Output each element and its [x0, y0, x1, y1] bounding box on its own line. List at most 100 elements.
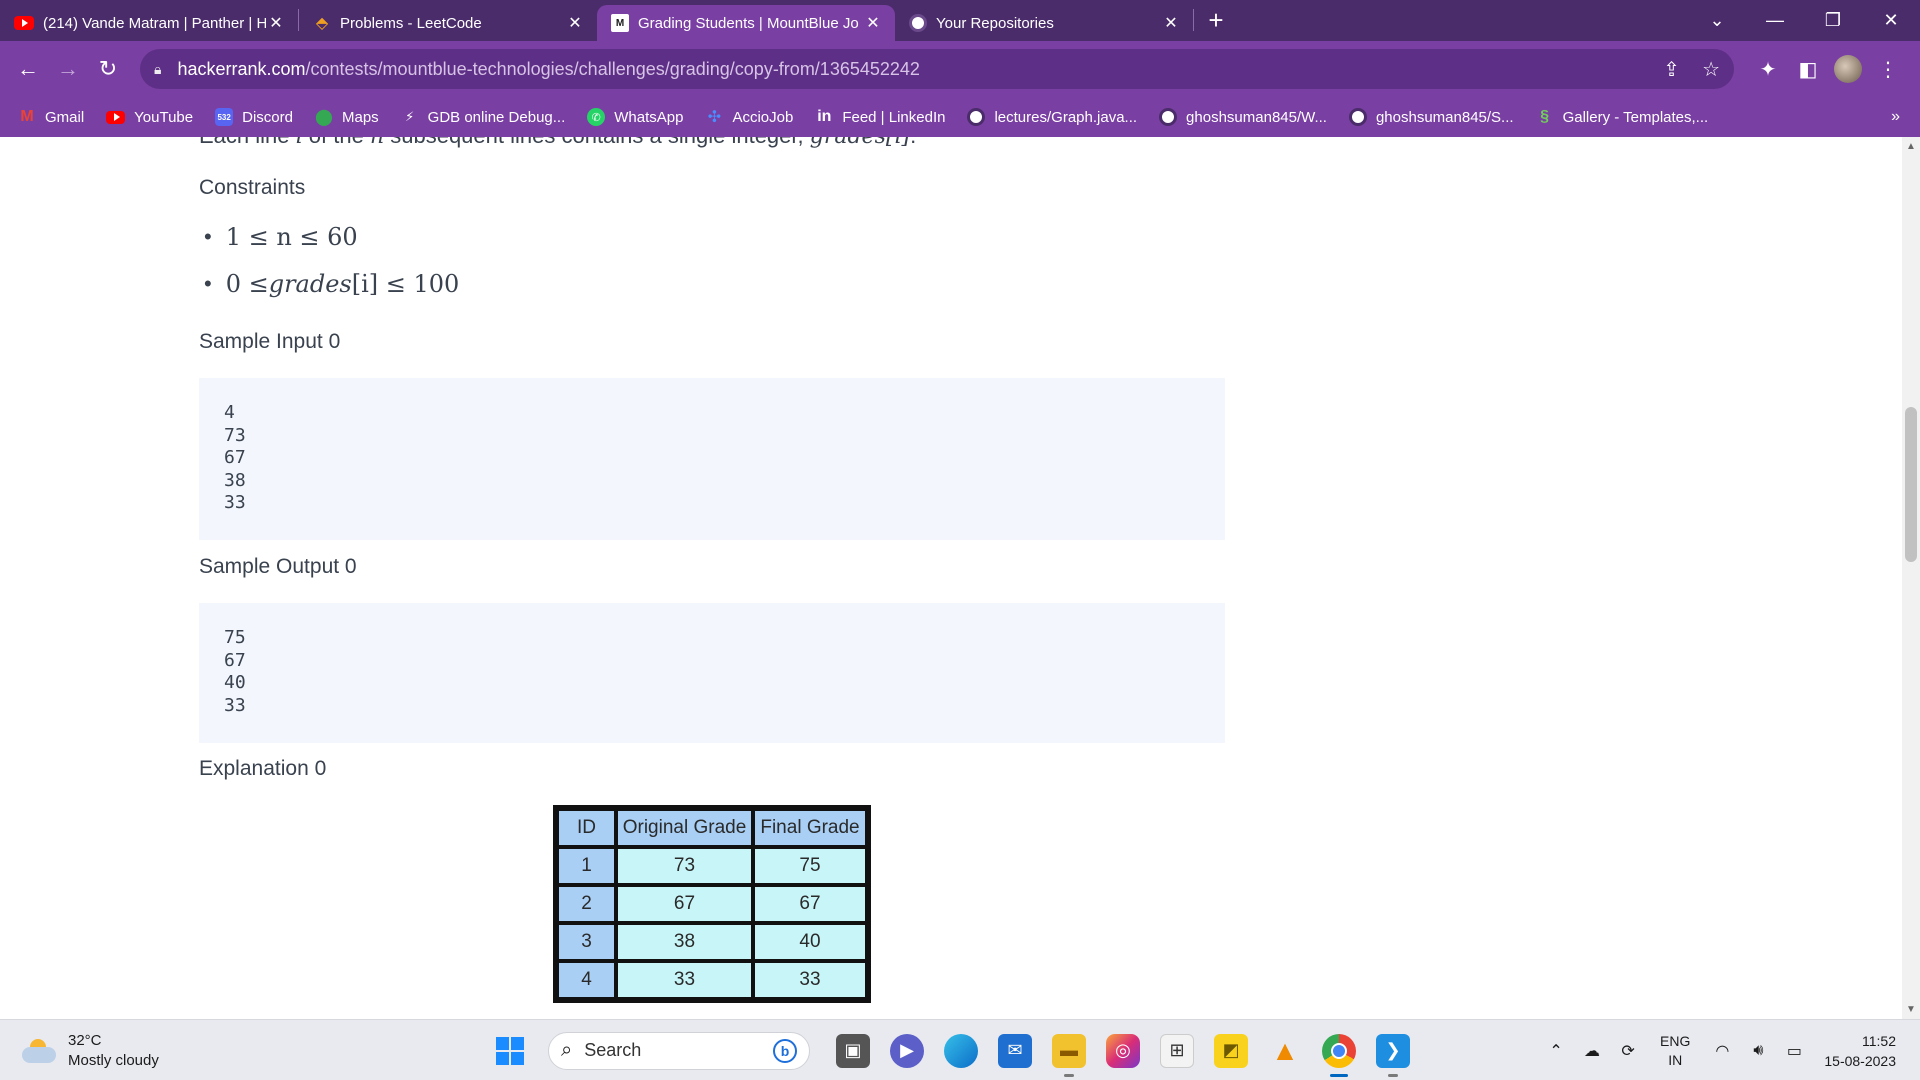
scroll-down-icon[interactable]: ▼ [1906, 1004, 1916, 1015]
close-icon[interactable]: ✕ [1161, 13, 1181, 33]
close-icon[interactable]: ✕ [863, 13, 883, 33]
cloud-offline-icon[interactable]: ☁ [1574, 1041, 1610, 1061]
gallery-icon: § [1540, 108, 1550, 125]
bookmark-star-icon[interactable]: ☆ [1702, 57, 1720, 82]
instagram-icon[interactable]: ◎ [1106, 1033, 1140, 1068]
keyboard-region: IN [1668, 1051, 1683, 1068]
tab-title: Problems - LeetCode [340, 14, 482, 32]
bookmark-whatsapp[interactable]: ✆ WhatsApp [587, 108, 683, 126]
acciojob-icon: ✣ [707, 109, 722, 126]
table-row: 4 33 33 [559, 963, 865, 997]
table-header-row: ID Original Grade Final Grade [559, 811, 865, 845]
forward-arrow-icon[interactable]: → [48, 56, 88, 82]
language-code: ENG [1660, 1032, 1691, 1049]
windows-start-icon[interactable] [496, 1036, 524, 1065]
sample-output-heading: Sample Output 0 [199, 555, 357, 578]
bookmark-gmail[interactable]: M Gmail [18, 108, 84, 126]
bookmark-gdb[interactable]: ⚡︎ GDB online Debug... [401, 108, 565, 126]
weather-widget[interactable]: 32°C Mostly cloudy [22, 1031, 159, 1071]
time: 11:52 [1862, 1032, 1896, 1049]
bookmark-label: WhatsApp [614, 108, 684, 126]
avatar[interactable] [1834, 55, 1862, 83]
lock-icon[interactable]: 🔒︎ [154, 61, 161, 78]
bookmark-youtube[interactable]: YouTube [106, 109, 193, 126]
bookmark-label: lectures/Graph.java... [994, 108, 1138, 126]
teams-chat-icon[interactable]: ▶ [890, 1033, 924, 1068]
microsoft-store-icon[interactable]: ⊞ [1160, 1033, 1194, 1068]
table-cell-final: 40 [755, 925, 865, 959]
sync-icon[interactable]: ⟳ [1610, 1041, 1646, 1061]
close-icon[interactable]: ✕ [266, 13, 286, 33]
restore-icon[interactable]: ❐ [1804, 10, 1862, 31]
volume-icon[interactable]: 🔊︎ [1740, 1042, 1776, 1060]
share-icon[interactable]: ⇪ [1663, 57, 1680, 82]
weather-condition: Mostly cloudy [68, 1052, 159, 1069]
scrollbar-thumb[interactable] [1905, 407, 1917, 562]
input-format-line: Each line i of the n subsequent lines co… [199, 137, 916, 149]
language-indicator[interactable]: ENG IN [1660, 1032, 1690, 1070]
bookmark-acciojob[interactable]: ✣ AccioJob [705, 108, 794, 127]
extensions-icon[interactable]: ✦ [1748, 57, 1788, 82]
sample-input-code: 4 73 67 38 33 [199, 378, 1225, 540]
scroll-up-icon[interactable]: ▲ [1906, 141, 1916, 152]
clock[interactable]: 11:52 15-08-2023 [1824, 1031, 1896, 1071]
table-row: 1 73 75 [559, 849, 865, 883]
gmail-icon: M [20, 108, 34, 125]
youtube-icon [106, 110, 126, 124]
mail-icon[interactable]: ✉ [998, 1033, 1032, 1068]
table-header: Original Grade [618, 811, 751, 845]
tab-strip: (214) Vande Matram | Panther | H ✕ ⬘ Pro… [0, 0, 1920, 41]
wifi-icon[interactable]: ◠ [1704, 1041, 1740, 1061]
taskbar-search-input[interactable]: ⌕ Search b [548, 1031, 810, 1070]
back-arrow-icon[interactable]: ← [8, 56, 48, 82]
tab-title: Your Repositories [936, 14, 1054, 32]
menu-kebab-icon[interactable]: ⋮ [1868, 57, 1908, 82]
bookmark-label: ghoshsuman845/S... [1375, 108, 1514, 126]
edge-icon[interactable] [944, 1033, 978, 1068]
table-cell-id: 2 [559, 887, 614, 921]
bing-icon[interactable]: b [773, 1038, 797, 1063]
vscode-icon[interactable]: ❯ [1376, 1033, 1410, 1077]
bookmark-ghosh-w[interactable]: ghoshsuman845/W... [1159, 108, 1327, 126]
tab-title: (214) Vande Matram | Panther | H [43, 14, 266, 32]
battery-icon[interactable]: ▭ [1776, 1041, 1812, 1061]
url-host: hackerrank.com [177, 58, 306, 79]
bookmark-label: YouTube [134, 108, 194, 126]
explanation-table: ID Original Grade Final Grade 1 73 75 2 … [553, 805, 871, 1003]
page-scrollbar[interactable]: ▲ ▼ [1902, 137, 1920, 1019]
tab-hackerrank[interactable]: M Grading Students | MountBlue Jo ✕ [597, 5, 895, 41]
tab-github[interactable]: Your Repositories ✕ [895, 5, 1193, 41]
vlc-icon[interactable]: ▲ [1268, 1034, 1302, 1068]
bookmark-maps[interactable]: ⬤ Maps [315, 108, 379, 127]
table-cell-id: 3 [559, 925, 614, 959]
side-panel-icon[interactable]: ◧ [1788, 57, 1828, 82]
bookmark-label: AccioJob [732, 108, 794, 126]
close-icon[interactable]: ✕ [565, 13, 585, 33]
constraints-heading: Constraints [199, 176, 306, 199]
bookmark-ghosh-s[interactable]: ghoshsuman845/S... [1348, 108, 1514, 126]
tab-youtube[interactable]: (214) Vande Matram | Panther | H ✕ [0, 5, 298, 41]
github-icon [1348, 108, 1367, 126]
bookmark-gallery[interactable]: § Gallery - Templates,... [1536, 108, 1708, 126]
bookmarks-overflow-icon[interactable]: » [1891, 108, 1900, 126]
minimize-icon[interactable]: — [1746, 10, 1804, 31]
date: 15-08-2023 [1824, 1052, 1896, 1069]
file-explorer-icon[interactable]: ▬ [1052, 1033, 1086, 1077]
url-input[interactable]: 🔒︎ hackerrank.com/contests/mountblue-tec… [140, 49, 1734, 89]
table-header: ID [559, 811, 614, 845]
task-view-icon[interactable]: ▣ [836, 1033, 870, 1068]
reload-icon[interactable]: ↻ [88, 56, 128, 82]
discord-icon: 532 [215, 108, 234, 126]
chrome-icon[interactable] [1322, 1033, 1356, 1077]
bookmark-discord[interactable]: 532 Discord [215, 108, 293, 126]
new-tab-button[interactable]: + [1194, 5, 1238, 36]
tab-leetcode[interactable]: ⬘ Problems - LeetCode ✕ [299, 5, 597, 41]
tab-search-icon[interactable]: ⌄ [1688, 10, 1746, 31]
bookmark-graph-java[interactable]: lectures/Graph.java... [967, 108, 1137, 126]
bookmark-linkedin[interactable]: in Feed | LinkedIn [815, 108, 945, 126]
chevron-up-icon[interactable]: ⌃ [1538, 1041, 1574, 1061]
close-window-icon[interactable]: ✕ [1862, 10, 1920, 31]
windows-taskbar: 32°C Mostly cloudy ⌕ Search b ▣ ▶ ✉ ▬ ◎ … [0, 1019, 1920, 1080]
sticky-notes-icon[interactable]: ◩ [1214, 1033, 1248, 1068]
github-icon [1159, 108, 1178, 126]
